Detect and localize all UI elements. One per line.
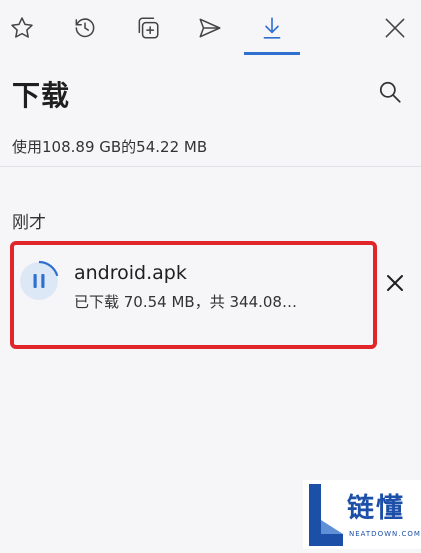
download-status: 已下载 70.54 MB，共 344.08… [74,293,297,311]
downloads-tab[interactable] [252,8,292,48]
star-icon [11,17,33,38]
pause-progress-icon [18,260,60,302]
section-header-recent: 刚才 [12,213,46,233]
watermark-text: 链懂 [347,493,405,524]
search-button[interactable] [372,74,408,110]
add-collection-icon [138,17,159,39]
pause-button[interactable] [18,260,60,302]
history-icon [75,18,95,38]
storage-usage: 使用108.89 GB的54.22 MB [12,138,208,156]
send-icon [199,18,221,38]
history-button[interactable] [65,8,105,48]
download-filename: android.apk [74,262,187,284]
close-icon [385,18,405,38]
download-item[interactable]: android.apk 已下载 70.54 MB，共 344.08… [10,241,377,349]
watermark-logo: 链懂 NEATDOWN.COM [303,480,421,549]
close-icon [387,275,403,291]
collections-button[interactable] [128,8,168,48]
cancel-download-button[interactable] [380,268,410,298]
page-title: 下载 [12,79,71,112]
share-button[interactable] [190,8,230,48]
search-icon [379,81,401,103]
active-tab-indicator [244,52,300,55]
watermark-mark [309,484,343,546]
watermark-subtext: NEATDOWN.COM [349,530,421,538]
close-panel-button[interactable] [375,8,415,48]
divider [0,166,421,167]
download-icon [263,17,281,39]
favorites-button[interactable] [2,8,42,48]
top-toolbar [0,0,421,55]
